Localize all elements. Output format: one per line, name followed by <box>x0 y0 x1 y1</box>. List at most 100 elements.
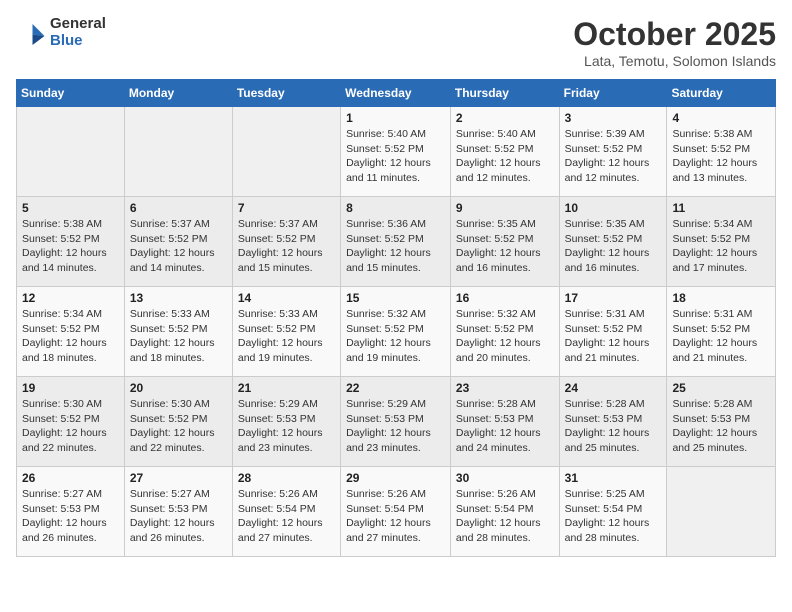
day-number: 1 <box>346 111 445 125</box>
day-number: 20 <box>130 381 227 395</box>
day-info: Sunrise: 5:35 AMSunset: 5:52 PMDaylight:… <box>456 217 554 276</box>
day-info: Sunrise: 5:33 AMSunset: 5:52 PMDaylight:… <box>238 307 335 366</box>
logo-text: General Blue <box>50 16 106 49</box>
day-number: 17 <box>565 291 662 305</box>
calendar-cell <box>124 107 232 197</box>
day-info: Sunrise: 5:34 AMSunset: 5:52 PMDaylight:… <box>672 217 770 276</box>
calendar-cell: 9 Sunrise: 5:35 AMSunset: 5:52 PMDaylight… <box>450 197 559 287</box>
calendar-cell: 18Sunrise: 5:31 AMSunset: 5:52 PMDayligh… <box>667 287 776 377</box>
calendar-cell: 30Sunrise: 5:26 AMSunset: 5:54 PMDayligh… <box>450 467 559 557</box>
page-header: General Blue October 2025 Lata, Temotu, … <box>16 16 776 69</box>
day-info: Sunrise: 5:33 AMSunset: 5:52 PMDaylight:… <box>130 307 227 366</box>
day-info: Sunrise: 5:26 AMSunset: 5:54 PMDaylight:… <box>346 487 445 546</box>
calendar-cell: 29 Sunrise: 5:26 AMSunset: 5:54 PMDayligh… <box>341 467 451 557</box>
day-info: Sunrise: 5:31 AMSunset: 5:52 PMDaylight:… <box>565 307 662 366</box>
day-info: Sunrise: 5:37 AMSunset: 5:52 PMDaylight:… <box>238 217 335 276</box>
day-number: 21 <box>238 381 335 395</box>
calendar-cell: 15 Sunrise: 5:32 AMSunset: 5:52 PMDayligh… <box>341 287 451 377</box>
calendar-cell: 22Sunrise: 5:29 AMSunset: 5:53 PMDayligh… <box>341 377 451 467</box>
day-number: 29 <box>346 471 445 485</box>
location: Lata, Temotu, Solomon Islands <box>573 53 776 69</box>
calendar-cell <box>232 107 340 197</box>
day-info: Sunrise: 5:26 AMSunset: 5:54 PMDaylight:… <box>238 487 335 546</box>
calendar-cell: 21 Sunrise: 5:29 AMSunset: 5:53 PMDayligh… <box>232 377 340 467</box>
calendar-cell: 24 Sunrise: 5:28 AMSunset: 5:53 PMDayligh… <box>559 377 667 467</box>
logo-general: General <box>50 16 106 33</box>
day-info: Sunrise: 5:40 AMSunset: 5:52 PMDaylight:… <box>346 127 445 186</box>
day-info: Sunrise: 5:34 AMSunset: 5:52 PMDaylight:… <box>22 307 119 366</box>
day-info: Sunrise: 5:29 AMSunset: 5:53 PMDaylight:… <box>238 397 335 456</box>
calendar-cell: 4 Sunrise: 5:38 AMSunset: 5:52 PMDaylight… <box>667 107 776 197</box>
week-row-5: 26 Sunrise: 5:27 AMSunset: 5:53 PMDayligh… <box>17 467 776 557</box>
day-info: Sunrise: 5:28 AMSunset: 5:53 PMDaylight:… <box>565 397 662 456</box>
calendar-cell: 11 Sunrise: 5:34 AMSunset: 5:52 PMDayligh… <box>667 197 776 287</box>
calendar-cell <box>667 467 776 557</box>
weekday-header-row: SundayMondayTuesdayWednesdayThursdayFrid… <box>17 80 776 107</box>
day-info: Sunrise: 5:38 AMSunset: 5:52 PMDaylight:… <box>672 127 770 186</box>
day-info: Sunrise: 5:26 AMSunset: 5:54 PMDaylight:… <box>456 487 554 546</box>
day-info: Sunrise: 5:27 AMSunset: 5:53 PMDaylight:… <box>130 487 227 546</box>
calendar-cell: 16 Sunrise: 5:32 AMSunset: 5:52 PMDayligh… <box>450 287 559 377</box>
day-info: Sunrise: 5:32 AMSunset: 5:52 PMDaylight:… <box>346 307 445 366</box>
day-info: Sunrise: 5:38 AMSunset: 5:52 PMDaylight:… <box>22 217 119 276</box>
calendar-cell: 26 Sunrise: 5:27 AMSunset: 5:53 PMDayligh… <box>17 467 125 557</box>
weekday-header-thursday: Thursday <box>450 80 559 107</box>
week-row-2: 5 Sunrise: 5:38 AMSunset: 5:52 PMDaylight… <box>17 197 776 287</box>
day-info: Sunrise: 5:35 AMSunset: 5:52 PMDaylight:… <box>565 217 662 276</box>
calendar-cell: 5 Sunrise: 5:38 AMSunset: 5:52 PMDaylight… <box>17 197 125 287</box>
calendar-cell: 8Sunrise: 5:36 AMSunset: 5:52 PMDaylight… <box>341 197 451 287</box>
day-number: 13 <box>130 291 227 305</box>
day-info: Sunrise: 5:25 AMSunset: 5:54 PMDaylight:… <box>565 487 662 546</box>
day-info: Sunrise: 5:30 AMSunset: 5:52 PMDaylight:… <box>22 397 119 456</box>
day-number: 4 <box>672 111 770 125</box>
day-number: 6 <box>130 201 227 215</box>
weekday-header-sunday: Sunday <box>17 80 125 107</box>
day-info: Sunrise: 5:32 AMSunset: 5:52 PMDaylight:… <box>456 307 554 366</box>
calendar-cell: 23 Sunrise: 5:28 AMSunset: 5:53 PMDayligh… <box>450 377 559 467</box>
calendar-cell: 14 Sunrise: 5:33 AMSunset: 5:52 PMDayligh… <box>232 287 340 377</box>
day-number: 9 <box>456 201 554 215</box>
calendar-table: SundayMondayTuesdayWednesdayThursdayFrid… <box>16 79 776 557</box>
logo-blue: Blue <box>50 33 106 50</box>
calendar-cell: 6 Sunrise: 5:37 AMSunset: 5:52 PMDaylight… <box>124 197 232 287</box>
day-info: Sunrise: 5:36 AMSunset: 5:52 PMDaylight:… <box>346 217 445 276</box>
day-number: 18 <box>672 291 770 305</box>
day-number: 24 <box>565 381 662 395</box>
weekday-header-monday: Monday <box>124 80 232 107</box>
day-info: Sunrise: 5:40 AMSunset: 5:52 PMDaylight:… <box>456 127 554 186</box>
calendar-cell: 20 Sunrise: 5:30 AMSunset: 5:52 PMDayligh… <box>124 377 232 467</box>
day-info: Sunrise: 5:30 AMSunset: 5:52 PMDaylight:… <box>130 397 227 456</box>
week-row-3: 12Sunrise: 5:34 AMSunset: 5:52 PMDayligh… <box>17 287 776 377</box>
calendar-cell: 7 Sunrise: 5:37 AMSunset: 5:52 PMDaylight… <box>232 197 340 287</box>
day-number: 7 <box>238 201 335 215</box>
day-number: 11 <box>672 201 770 215</box>
calendar-cell: 10Sunrise: 5:35 AMSunset: 5:52 PMDayligh… <box>559 197 667 287</box>
day-number: 5 <box>22 201 119 215</box>
week-row-1: 1 Sunrise: 5:40 AMSunset: 5:52 PMDaylight… <box>17 107 776 197</box>
title-block: October 2025 Lata, Temotu, Solomon Islan… <box>573 16 776 69</box>
weekday-header-tuesday: Tuesday <box>232 80 340 107</box>
day-number: 3 <box>565 111 662 125</box>
calendar-cell: 28Sunrise: 5:26 AMSunset: 5:54 PMDayligh… <box>232 467 340 557</box>
day-number: 16 <box>456 291 554 305</box>
calendar-cell: 3Sunrise: 5:39 AMSunset: 5:52 PMDaylight… <box>559 107 667 197</box>
calendar-cell: 31Sunrise: 5:25 AMSunset: 5:54 PMDayligh… <box>559 467 667 557</box>
calendar-cell: 2Sunrise: 5:40 AMSunset: 5:52 PMDaylight… <box>450 107 559 197</box>
day-number: 15 <box>346 291 445 305</box>
calendar-cell: 17 Sunrise: 5:31 AMSunset: 5:52 PMDayligh… <box>559 287 667 377</box>
day-info: Sunrise: 5:29 AMSunset: 5:53 PMDaylight:… <box>346 397 445 456</box>
weekday-header-friday: Friday <box>559 80 667 107</box>
day-info: Sunrise: 5:28 AMSunset: 5:53 PMDaylight:… <box>456 397 554 456</box>
calendar-cell <box>17 107 125 197</box>
day-number: 25 <box>672 381 770 395</box>
day-info: Sunrise: 5:37 AMSunset: 5:52 PMDaylight:… <box>130 217 227 276</box>
day-info: Sunrise: 5:27 AMSunset: 5:53 PMDaylight:… <box>22 487 119 546</box>
day-number: 23 <box>456 381 554 395</box>
calendar-cell: 27Sunrise: 5:27 AMSunset: 5:53 PMDayligh… <box>124 467 232 557</box>
week-row-4: 19Sunrise: 5:30 AMSunset: 5:52 PMDayligh… <box>17 377 776 467</box>
day-number: 26 <box>22 471 119 485</box>
calendar-cell: 25Sunrise: 5:28 AMSunset: 5:53 PMDayligh… <box>667 377 776 467</box>
month-title: October 2025 <box>573 16 776 53</box>
weekday-header-saturday: Saturday <box>667 80 776 107</box>
day-number: 14 <box>238 291 335 305</box>
